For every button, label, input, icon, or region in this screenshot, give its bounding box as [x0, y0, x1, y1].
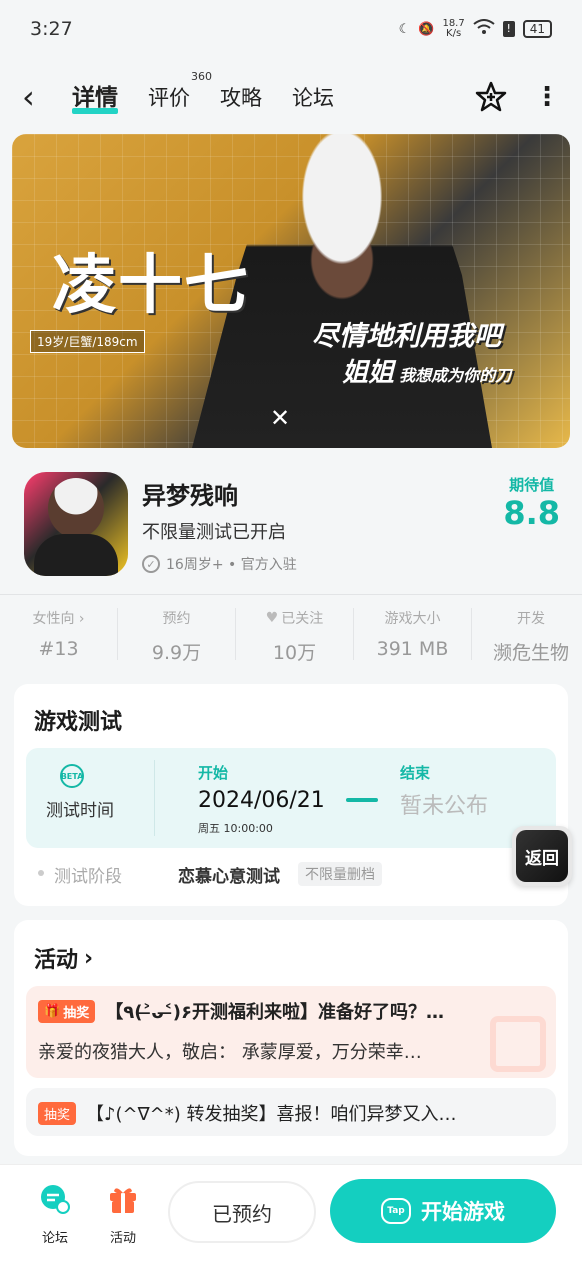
test-stage-label: 测试阶段: [54, 867, 122, 887]
alert-icon: !: [502, 21, 515, 37]
heart-shield-icon: ♥: [265, 610, 279, 626]
tab-guides[interactable]: 攻略: [220, 82, 262, 116]
tab-details[interactable]: 详情: [72, 78, 118, 116]
end-label: 结束: [400, 764, 431, 782]
taptap-icon: Tap: [381, 1198, 411, 1224]
header-actions: ⋮: [474, 80, 560, 114]
stat-category[interactable]: 女性向 › #13: [0, 608, 118, 660]
floating-back-label: 返回: [516, 830, 568, 882]
range-dash: [346, 798, 378, 802]
stat-label: 游戏大小: [384, 611, 441, 627]
review-count: 360: [191, 70, 212, 83]
verified-check-icon: ✓: [142, 555, 160, 573]
mute-icon: 🔕: [418, 21, 435, 37]
test-time-label: 测试时间: [46, 801, 114, 821]
floating-back-button[interactable]: 返回: [512, 826, 572, 886]
activity-item[interactable]: 🎁 抽奖 【٩(˃̶ᴗ˂̶)۶开测福利来啦】准备好了吗？… 亲爱的夜猎大人，敬启…: [26, 986, 556, 1078]
stat-developer[interactable]: 开发 濒危生物: [472, 608, 582, 664]
favorite-star-icon[interactable]: [474, 80, 508, 114]
test-stage-value: 恋慕心意测试: [178, 867, 280, 887]
banner-age-tag: 19岁/巨蟹/189cm: [30, 330, 145, 353]
tab-bar: 详情 评价 360 攻略 论坛: [72, 70, 364, 116]
start-time: 周五 10:00:00: [198, 822, 273, 835]
bottom-action-bar: 论坛 活动 已预约 Tap 开始游戏: [0, 1164, 582, 1280]
banner-quote-line1: 尽情地利用我吧: [312, 321, 501, 352]
app-name: 异梦残响: [142, 482, 238, 510]
start-label: 开始: [198, 764, 229, 782]
app-meta: ✓ 16周岁+ • 官方入驻: [142, 554, 297, 574]
activity-item[interactable]: 抽奖 【♪(^∇^*) 转发抽奖】喜报！咱们异梦又入…: [26, 1088, 556, 1136]
stats-row[interactable]: 女性向 › #13 预约 9.9万 ♥ 已关注 10万 游戏大小 391 MB …: [0, 606, 582, 672]
stat-size: 游戏大小 391 MB: [354, 608, 472, 660]
beta-icon: BETA: [60, 764, 84, 788]
chevron-right-icon: ›: [84, 945, 94, 971]
banner-quote-big: 姐姐: [342, 358, 395, 388]
stat-label: 女性向 ›: [32, 611, 85, 627]
tab-reviews-label: 评价: [148, 86, 190, 110]
battery-icon: 41: [522, 20, 552, 38]
sparkle-icon: ✕: [270, 404, 291, 432]
activity-title[interactable]: 活动 ›: [34, 942, 93, 974]
moon-icon: ☾: [398, 21, 411, 37]
bottom-forum-label: 论坛: [41, 1231, 68, 1246]
tab-reviews[interactable]: 评价 360: [148, 70, 212, 116]
start-date: 2024/06/21: [198, 788, 325, 813]
bullet-dot: [38, 870, 44, 876]
activity-item-desc: 亲爱的夜猎大人，敬启： 承蒙厚爱，万分荣幸…: [38, 1042, 422, 1063]
activity-card: 活动 › 🎁 抽奖 【٩(˃̶ᴗ˂̶)۶开测福利来啦】准备好了吗？… 亲爱的夜猎…: [14, 920, 568, 1156]
stat-value: 9.9万: [151, 642, 202, 664]
test-stage-tag: 不限量删档: [298, 862, 382, 886]
gift-icon: [110, 1188, 136, 1213]
app-meta-text: 16周岁+ • 官方入驻: [166, 557, 297, 573]
status-icons: ☾ 🔕 18.7 K/s ! 41: [399, 19, 552, 39]
activity-item-title: 【٩(˃̶ᴗ˂̶)۶开测福利来啦】准备好了吗？…: [105, 1002, 445, 1023]
tab-forum[interactable]: 论坛: [292, 82, 334, 116]
stat-value: #13: [38, 638, 79, 660]
start-game-label: 开始游戏: [421, 1200, 505, 1224]
stat-value: 10万: [272, 642, 317, 664]
bottom-forum-button[interactable]: 论坛: [30, 1183, 80, 1246]
banner-quote-small: 我想成为你的刀: [399, 366, 512, 385]
status-time: 3:27: [30, 18, 73, 40]
net-speed: 18.7 K/s: [442, 18, 465, 39]
expectation-label: 期待值: [509, 476, 555, 494]
lottery-badge: 🎁 抽奖: [38, 999, 96, 1023]
stat-value: 濒危生物: [492, 642, 569, 664]
wifi-icon: [473, 19, 495, 39]
back-icon[interactable]: ‹: [22, 78, 62, 116]
divider: [154, 760, 155, 836]
stat-label: 开发: [517, 611, 545, 627]
banner-character-name: 凌十七: [52, 248, 250, 323]
app-icon: [24, 472, 128, 576]
end-value: 暂未公布: [400, 794, 489, 819]
stat-value: 391 MB: [376, 638, 449, 660]
game-test-title: 游戏测试: [34, 710, 123, 735]
stat-followers[interactable]: ♥ 已关注 10万: [236, 608, 354, 664]
stat-label: ♥ 已关注: [265, 610, 324, 627]
more-options-icon[interactable]: ⋮: [534, 84, 560, 110]
reserved-button[interactable]: 已预约: [168, 1181, 316, 1243]
hero-banner[interactable]: 凌十七 19岁/巨蟹/189cm 尽情地利用我吧 姐姐 我想成为你的刀 ✕: [12, 134, 570, 448]
bottom-activity-button[interactable]: 活动: [98, 1183, 148, 1246]
header: ‹ 详情 评价 360 攻略 论坛 ⋮: [0, 62, 582, 132]
gift-icon: 🎁: [44, 1003, 61, 1019]
test-time-box: BETA 测试时间 开始 2024/06/21 周五 10:00:00 结束 暂…: [26, 748, 556, 848]
expectation-score: 期待值 8.8: [503, 474, 560, 531]
start-game-button[interactable]: Tap 开始游戏: [330, 1179, 556, 1243]
expectation-value: 8.8: [503, 494, 560, 532]
app-info: 异梦残响 不限量测试已开启 ✓ 16周岁+ • 官方入驻 期待值 8.8: [0, 468, 582, 586]
divider: [0, 594, 582, 595]
game-test-card: 游戏测试 BETA 测试时间 开始 2024/06/21 周五 10:00:00…: [14, 684, 568, 906]
status-bar: 3:27 ☾ 🔕 18.7 K/s ! 41: [0, 0, 582, 58]
stat-label: 预约: [162, 611, 191, 627]
activity-item-title: 【♪(^∇^*) 转发抽奖】喜报！咱们异梦又入…: [86, 1104, 457, 1125]
lottery-badge: 抽奖: [38, 1101, 77, 1125]
chat-bubble-icon: [41, 1185, 70, 1214]
banner-quote-line2: 姐姐 我想成为你的刀: [342, 352, 511, 389]
app-subtitle: 不限量测试已开启: [142, 522, 286, 543]
stat-reservations: 预约 9.9万: [118, 608, 236, 664]
bottom-activity-label: 活动: [109, 1231, 136, 1246]
